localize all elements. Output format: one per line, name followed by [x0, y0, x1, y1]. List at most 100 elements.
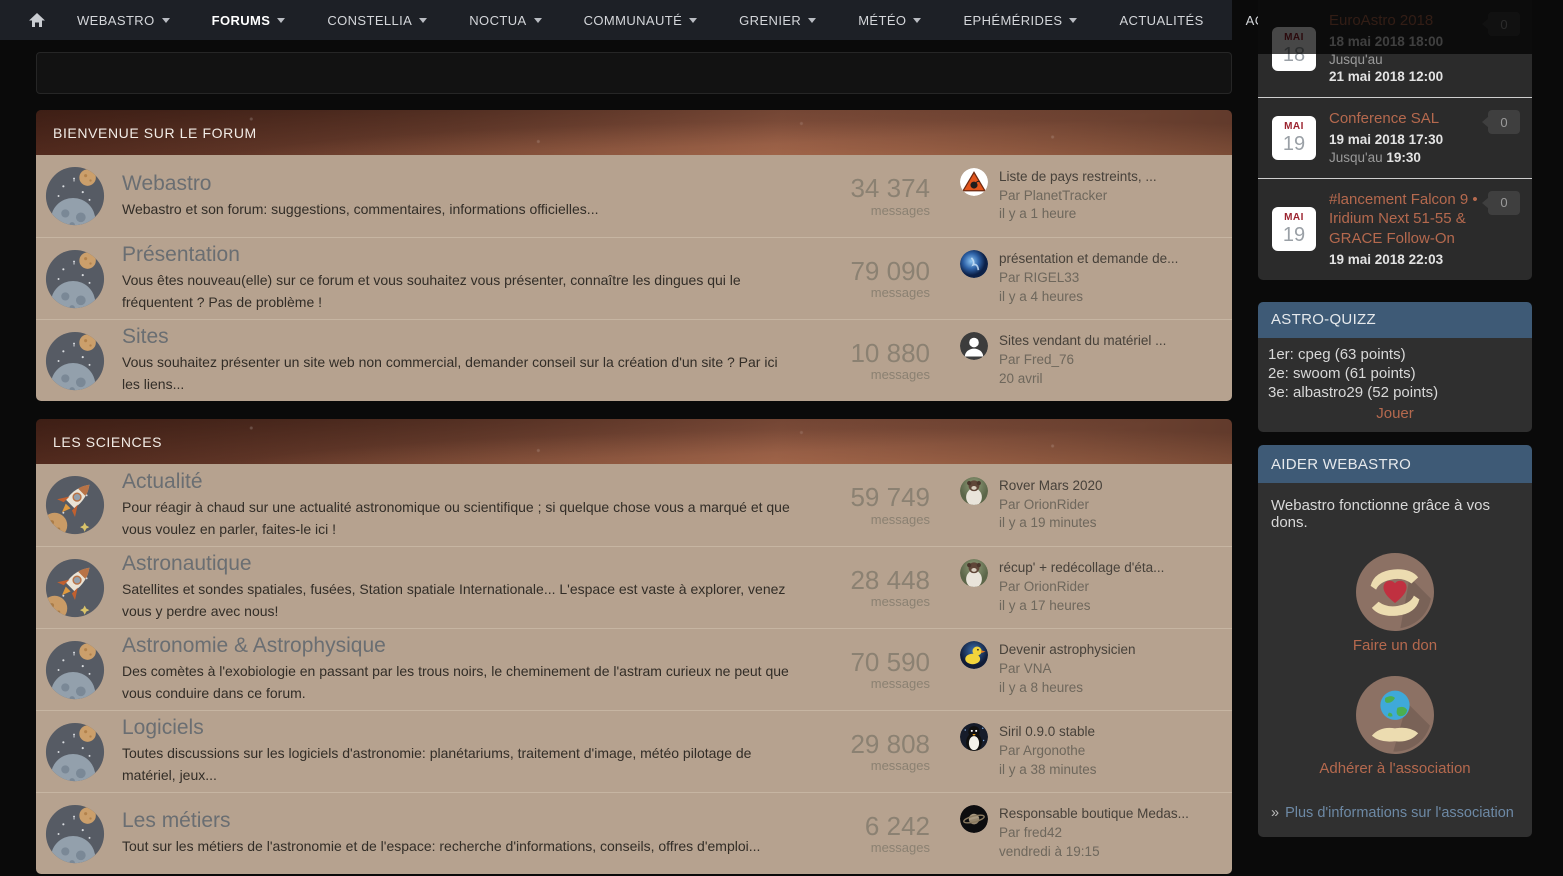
last-post-time: 20 avril	[999, 370, 1043, 386]
last-post-author[interactable]: Par OrionRider	[999, 496, 1103, 515]
forum-row: Actualité Pour réagir à chaud sur une act…	[36, 464, 1232, 546]
forum-row: Astronomie & Astrophysique Des comètes à …	[36, 628, 1232, 710]
donate-link[interactable]: Faire un don	[1271, 637, 1519, 654]
forum-section: LES SCIENCES Actualité Pour réagir à chaud…	[36, 419, 1232, 874]
last-post-title[interactable]: Devenir astrophysicien	[999, 641, 1136, 660]
nav-item-communaute[interactable]: COMMUNAUTÉ	[563, 0, 719, 40]
last-post-title[interactable]: Siril 0.9.0 stable	[999, 723, 1097, 742]
home-icon	[28, 12, 46, 28]
main-nav: WEBASTRO FORUMS CONSTELLIA NOCTUA COMMUNAUTÉ…	[0, 0, 1323, 40]
double-chevron-right-icon: »	[1271, 805, 1280, 822]
last-post-info: Siril 0.9.0 stable Par Argonothe il y a 38…	[999, 723, 1097, 780]
join-hand-globe-icon[interactable]	[1356, 676, 1434, 754]
forum-info: Webastro Webastro et son forum: suggestio…	[122, 172, 812, 221]
nav-item-label: COMMUNAUTÉ	[583, 12, 683, 28]
event-date-text: Jusqu'au	[1329, 149, 1387, 165]
message-count: 6 242	[864, 810, 930, 841]
nav-item-noctua[interactable]: NOCTUA	[448, 0, 562, 40]
event-date-bold: 19:30	[1386, 149, 1421, 165]
last-post-author[interactable]: Par VNA	[999, 660, 1136, 679]
last-post-title[interactable]: Rover Mars 2020	[999, 477, 1103, 496]
avatar[interactable]	[960, 477, 988, 505]
forum-title-link[interactable]: Sites	[122, 325, 812, 349]
forum-description: Vous êtes nouveau(elle) sur ce forum et …	[122, 272, 741, 311]
last-post-info: Rover Mars 2020 Par OrionRider il y a 19 m…	[999, 477, 1103, 534]
event-date-line: Jusqu'au	[1329, 51, 1443, 69]
last-post-title[interactable]: présentation et demande de...	[999, 250, 1178, 269]
nav-item-actualites[interactable]: ACTUALITÉS	[1098, 0, 1224, 40]
nav-item-ephemerides[interactable]: EPHÉMÉRIDES	[942, 0, 1098, 40]
avatar[interactable]	[960, 168, 988, 196]
forum-title-link[interactable]: Webastro	[122, 172, 812, 196]
message-count-label: messages	[870, 285, 930, 301]
last-post-author[interactable]: Par OrionRider	[999, 578, 1164, 597]
reply-count-badge: 0	[1482, 110, 1520, 135]
events-list: MAI 18 EuroAstro 2018 18 mai 2018 18:00 Jusq…	[1258, 0, 1532, 280]
last-post-time: il y a 8 heures	[999, 679, 1084, 695]
event-title-link[interactable]: EuroAstro 2018	[1329, 11, 1443, 31]
avatar[interactable]	[960, 641, 988, 669]
forum-title-link[interactable]: Les métiers	[122, 809, 812, 833]
avatar[interactable]	[960, 723, 988, 751]
forum-row: Logiciels Toutes discussions sur les logi…	[36, 710, 1232, 792]
last-post-author[interactable]: Par PlanetTracker	[999, 187, 1157, 206]
last-post-author[interactable]: Par fred42	[999, 824, 1189, 843]
last-post-time: il y a 17 heures	[999, 597, 1091, 613]
forum-title-link[interactable]: Astronomie & Astrophysique	[122, 634, 812, 658]
webastro-forum-page: WEBASTRO FORUMS CONSTELLIA NOCTUA COMMUNAUTÉ…	[0, 0, 1563, 876]
last-post-author[interactable]: Par RIGEL33	[999, 269, 1178, 288]
association-more-info-link[interactable]: » Plus d'informations sur l'association	[1271, 805, 1519, 821]
calendar-day: 18	[1282, 43, 1306, 66]
nav-item-grenier[interactable]: GRENIER	[718, 0, 837, 40]
quiz-ranking-row: 1er: cpeg (63 points)	[1268, 345, 1406, 363]
moon-icon	[44, 639, 106, 701]
help-webastro-panel: AIDER WEBASTRO Webastro fonctionne grâce…	[1258, 445, 1532, 838]
avatar[interactable]	[960, 805, 988, 833]
forum-row: Webastro Webastro et son forum: suggestio…	[36, 155, 1232, 237]
sidebar: MAI 18 EuroAstro 2018 18 mai 2018 18:00 Jusq…	[1258, 0, 1532, 838]
nav-item-constellia[interactable]: CONSTELLIA	[306, 0, 448, 40]
event-title-link[interactable]: Conference SAL	[1329, 109, 1443, 129]
donate-hands-heart-icon[interactable]	[1356, 553, 1434, 631]
rocket-icon	[44, 557, 106, 619]
chevron-down-icon	[419, 18, 428, 23]
quiz-play-link[interactable]: Jouer	[1268, 405, 1522, 423]
last-post-time: il y a 38 minutes	[999, 761, 1097, 777]
nav-item-home[interactable]	[22, 0, 56, 40]
forum-stats: 34 374 messages	[812, 174, 942, 218]
nav-item-label: ACTUALITÉS	[1119, 12, 1204, 28]
message-count: 10 880	[850, 337, 930, 368]
chevron-down-icon	[689, 18, 698, 23]
join-association-link[interactable]: Adhérer à l'association	[1271, 760, 1519, 777]
forum-row: Présentation Vous êtes nouveau(elle) sur …	[36, 237, 1232, 319]
last-post-title[interactable]: Responsable boutique Medas...	[999, 805, 1189, 824]
last-post-title[interactable]: Liste de pays restreints, ...	[999, 168, 1157, 187]
avatar[interactable]	[960, 559, 988, 587]
last-post-info: présentation et demande de... Par RIGEL33…	[999, 250, 1178, 307]
forum-info: Les métiers Tout sur les métiers de l'ast…	[122, 809, 812, 858]
last-post-author[interactable]: Par Argonothe	[999, 742, 1097, 761]
forum-title-link[interactable]: Présentation	[122, 243, 812, 267]
nav-item-forums[interactable]: FORUMS	[191, 0, 307, 40]
message-count-label: messages	[870, 511, 930, 527]
last-post-title[interactable]: Sites vendant du matériel ...	[999, 332, 1166, 351]
avatar[interactable]	[960, 332, 988, 360]
message-count-label: messages	[870, 594, 930, 610]
forum-title-link[interactable]: Logiciels	[122, 716, 812, 740]
message-count: 28 448	[850, 564, 930, 595]
last-post-author[interactable]: Par Fred_76	[999, 351, 1166, 370]
calendar-date-icon: MAI 19	[1272, 207, 1316, 252]
forum-stats: 29 808 messages	[812, 730, 942, 774]
nav-item-label: CONSTELLIA	[327, 12, 413, 28]
forum-title-link[interactable]: Astronautique	[122, 552, 812, 576]
last-post-title[interactable]: récup' + redécollage d'éta...	[999, 559, 1164, 578]
forum-title-link[interactable]: Actualité	[122, 470, 812, 494]
nav-item-webastro[interactable]: WEBASTRO	[56, 0, 191, 40]
avatar[interactable]	[960, 250, 988, 278]
nav-item-label: FORUMS	[211, 12, 271, 28]
event-title-link[interactable]: #lancement Falcon 9 • Iridium Next 51-55…	[1329, 190, 1478, 249]
rocket-icon	[44, 474, 106, 536]
nav-item-meteo[interactable]: MÉTÉO	[837, 0, 942, 40]
forum-description: Toutes discussions sur les logiciels d'a…	[122, 745, 752, 784]
forum-stats: 10 880 messages	[812, 339, 942, 383]
